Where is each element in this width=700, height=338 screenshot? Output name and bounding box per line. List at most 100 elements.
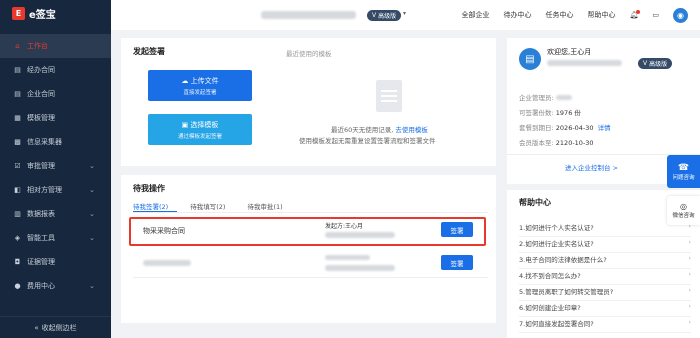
sidebar-item-4[interactable]: ▩ 信息采集器 xyxy=(0,130,111,154)
help-item[interactable]: 2.如何进行企业实名认证? › xyxy=(519,238,691,253)
nav-help-center[interactable]: 帮助中心 xyxy=(587,10,615,20)
user-avatar-large: ▤ xyxy=(519,48,541,70)
active-tab-indicator xyxy=(133,211,177,212)
sidebar-item-label: 智能工具 xyxy=(27,234,55,242)
collapse-icon: « xyxy=(34,323,39,332)
help-item-label: 6.如何创建企业印章? xyxy=(519,304,581,312)
document-icon: ▤ xyxy=(14,89,21,98)
chevron-down-icon: ⌄ xyxy=(89,282,95,290)
logo: E e签宝 xyxy=(12,6,56,21)
user-avatar[interactable]: ◉ xyxy=(673,7,688,23)
fee-icon: ● xyxy=(14,281,21,290)
nav-todo-center[interactable]: 待办中心 xyxy=(503,10,531,20)
chevron-right-icon: › xyxy=(688,302,691,310)
vip-icon: V xyxy=(372,12,377,19)
recent-templates-title: 最近使用的模板 xyxy=(286,50,332,58)
todo-tabs: 待我签署(2) 待我填写(2) 待我审批(1) xyxy=(133,201,283,211)
sidebar-item-9[interactable]: ◘ 证据管理 xyxy=(0,250,111,274)
tab-to-approve[interactable]: 待我审批(1) xyxy=(247,201,282,211)
account-name-blurred[interactable] xyxy=(261,11,356,19)
welcome-text: 欢迎您,王心月 xyxy=(547,48,592,56)
upload-label: ☁ 上传文件 xyxy=(181,76,219,85)
sidebar-item-2[interactable]: ▤ 企业合同 xyxy=(0,82,111,106)
sidebar-item-3[interactable]: ▦ 模板管理 xyxy=(0,106,111,130)
chevron-right-icon: › xyxy=(688,238,691,246)
chevron-down-icon: ⌄ xyxy=(89,162,95,170)
details-link[interactable]: 详情 xyxy=(598,124,611,132)
topbar: V 高级版 ▾ 全部企业 待办中心 任务中心 帮助中心 🔔︎ ▭ ◉ xyxy=(111,0,700,30)
chevron-down-icon: ⌄ xyxy=(89,234,95,242)
help-item-label: 5.管理员离职了如何转交管理员? xyxy=(519,288,614,296)
sidebar-item-label: 证据管理 xyxy=(27,258,55,266)
sidebar-item-label: 费用中心 xyxy=(27,282,55,290)
tab-to-fill[interactable]: 待我填写(2) xyxy=(190,201,225,211)
info-expiry: 套餐到期日: 2026-04-30 详情 xyxy=(519,124,611,132)
consult-label: 问题咨询 xyxy=(672,174,695,181)
sidebar-item-label: 经办合同 xyxy=(27,66,55,74)
sidebar: E e签宝 ⌂ 工作台 ▤ 经办合同 ▤ 企业合同 ▦ 模板管理 ▩ 信息采集器 ☑ 审批管理 ⌄ ◧ 相对… xyxy=(0,0,111,338)
notification-dot xyxy=(636,10,641,14)
contacts-icon: ◧ xyxy=(14,185,21,194)
sidebar-item-1[interactable]: ▤ 经办合同 xyxy=(0,58,111,82)
sidebar-item-6[interactable]: ◧ 相对方管理 ⌄ xyxy=(0,178,111,202)
account-blurred xyxy=(547,60,622,66)
nav-task-center[interactable]: 任务中心 xyxy=(545,10,573,20)
upload-sub: 直接发起签署 xyxy=(183,89,217,96)
collapse-sidebar-button[interactable]: « 收起侧边栏 xyxy=(0,316,111,338)
chevron-down-icon: ⌄ xyxy=(89,210,95,218)
sidebar-item-label: 审批管理 xyxy=(27,162,55,170)
sidebar-menu: ⌂ 工作台 ▤ 经办合同 ▤ 企业合同 ▦ 模板管理 ▩ 信息采集器 ☑ 审批管理 ⌄ ◧ 相对方管理 ⌄ ▥ 数… xyxy=(0,34,111,298)
use-template-link[interactable]: 去使用模板 xyxy=(395,126,428,134)
template-sub: 通过模板发起签署 xyxy=(177,133,222,140)
bell-icon[interactable]: 🔔︎ xyxy=(629,10,641,19)
chevron-right-icon: › xyxy=(688,286,691,294)
info-quota: 可签署份数: 1976 份 xyxy=(519,109,581,117)
sidebar-item-5[interactable]: ☑ 审批管理 ⌄ xyxy=(0,154,111,178)
enter-console-link[interactable]: 进入企业控制台 > xyxy=(565,162,618,172)
highlight-box xyxy=(129,217,486,246)
report-icon: ▥ xyxy=(14,209,21,218)
save-icon[interactable]: ▭ xyxy=(652,11,659,19)
sidebar-item-10[interactable]: ● 费用中心 ⌄ xyxy=(0,274,111,298)
collapse-label: 收起侧边栏 xyxy=(41,323,77,332)
wechat-label: 微信咨询 xyxy=(672,213,695,219)
grid-icon: ▩ xyxy=(14,137,21,146)
select-template-button[interactable]: ▣ 选择模板 通过模板发起签署 xyxy=(148,114,252,145)
sidebar-item-label: 工作台 xyxy=(27,42,48,50)
tab-to-sign[interactable]: 待我签署(2) xyxy=(133,201,168,211)
help-item[interactable]: 3.电子合同的法律依据是什么? › xyxy=(519,254,691,269)
chevron-right-icon: › xyxy=(688,254,691,262)
contract-name-blurred xyxy=(143,260,191,266)
cloud-upload-icon: ☁ xyxy=(181,76,191,85)
upload-file-button[interactable]: ☁ 上传文件 直接发起签署 xyxy=(148,70,252,101)
help-item-label: 3.电子合同的法律依据是什么? xyxy=(519,256,607,264)
info-admin: 企业管理员: xyxy=(519,92,572,102)
sign-button[interactable]: 签署 xyxy=(441,255,473,270)
help-item[interactable]: 7.如何直接发起签署合同? › xyxy=(519,318,691,333)
help-item-label: 2.如何进行企业实名认证? xyxy=(519,240,594,248)
consult-button[interactable]: ☎ 问题咨询 xyxy=(667,155,700,188)
help-item-label: 4.找不到合同怎么办? xyxy=(519,272,581,280)
table-row[interactable]: 签署 xyxy=(133,248,488,278)
help-item[interactable]: 6.如何创建企业印章? › xyxy=(519,302,691,317)
help-item[interactable]: 4.找不到合同怎么办? › xyxy=(519,270,691,285)
help-center-title: 帮助中心 xyxy=(519,198,551,207)
account-dropdown-icon[interactable]: ▾ xyxy=(403,10,406,17)
sidebar-item-7[interactable]: ▥ 数据报表 ⌄ xyxy=(0,202,111,226)
plan-badge: V 高级版 xyxy=(367,10,402,21)
approve-icon: ☑ xyxy=(14,161,21,170)
launch-sign-title: 发起签署 xyxy=(133,47,165,56)
sidebar-item-0[interactable]: ⌂ 工作台 xyxy=(0,34,111,58)
headset-icon: ☎ xyxy=(677,162,690,173)
tools-icon: ◈ xyxy=(14,233,21,242)
help-item[interactable]: 5.管理员离职了如何转交管理员? › xyxy=(519,286,691,301)
wechat-consult-button[interactable]: ◎ 微信咨询 xyxy=(667,196,700,225)
template-icon: ▦ xyxy=(14,113,21,122)
nav-all-companies[interactable]: 全部企业 xyxy=(461,10,489,20)
help-item[interactable]: 1.如何进行个人实名认证? › xyxy=(519,222,691,237)
empty-state-tip: 使用模板发起无需重复设置签署流程和签署文件 xyxy=(299,137,436,145)
sidebar-item-label: 相对方管理 xyxy=(27,186,62,194)
sidebar-item-8[interactable]: ◈ 智能工具 ⌄ xyxy=(0,226,111,250)
empty-state-text: 最近60天无使用记录, 去使用模板 xyxy=(331,126,428,134)
chevron-down-icon: ⌄ xyxy=(89,186,95,194)
